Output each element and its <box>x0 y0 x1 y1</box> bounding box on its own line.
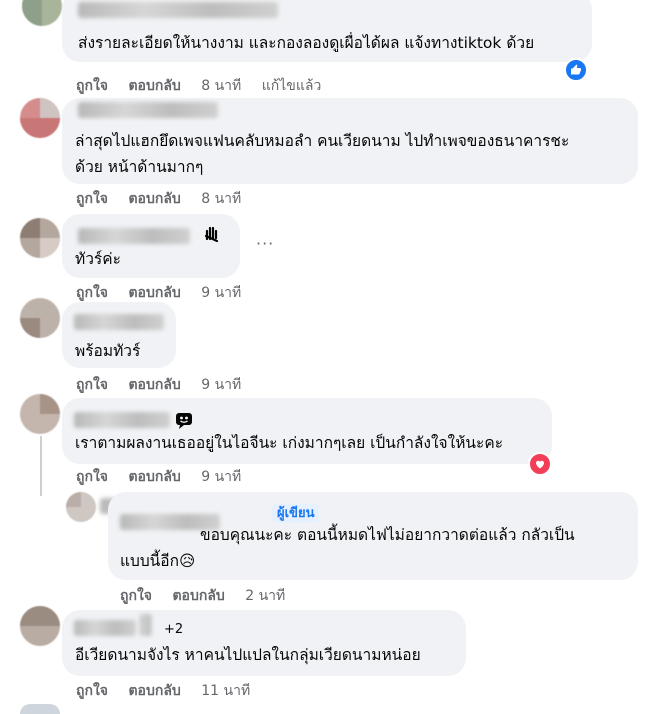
reply-link[interactable]: ตอบกลับ <box>128 469 180 485</box>
comment-bubble: ส่งรายละเอียดให้นางงาม และกองลองดูเผื่อไ… <box>62 0 592 62</box>
avatar[interactable] <box>22 0 62 26</box>
like-link[interactable]: ถูกใจ <box>76 469 108 485</box>
comment-text: อีเวียดนามจังไร หาคนไปแปลในกลุ่มเวียดนาม… <box>75 646 421 664</box>
reply-link[interactable]: ตอบกลับ <box>128 377 180 393</box>
like-link[interactable]: ถูกใจ <box>76 78 108 94</box>
plus-count[interactable]: +2 <box>164 622 183 637</box>
ellipsis-icon[interactable]: ··· <box>256 234 274 253</box>
next-avatar-partial <box>20 704 60 714</box>
author-name-redacted[interactable] <box>78 228 190 244</box>
timestamp[interactable]: 8 นาที <box>201 191 241 207</box>
comment-actions: ถูกใจ ตอบกลับ 9 นาที <box>76 466 257 488</box>
avatar[interactable] <box>66 492 96 522</box>
comment-actions: ถูกใจ ตอบกลับ 8 นาที <box>76 188 257 210</box>
author-name-redacted[interactable] <box>78 102 218 118</box>
reply-thread-line <box>40 436 42 496</box>
comment-text: เราตามผลงานเธออยู่ในไอจีนะ เก่งมากๆเลย เ… <box>75 434 504 452</box>
avatar[interactable] <box>20 298 60 338</box>
like-link[interactable]: ถูกใจ <box>76 191 108 207</box>
love-reaction-icon[interactable] <box>528 452 552 476</box>
comment-text-line: ล่าสุดไปแฮกยึดเพจแฟนคลับหมอลำ คนเวียดนาม… <box>75 132 570 150</box>
timestamp[interactable]: 11 นาที <box>201 683 250 699</box>
timestamp[interactable]: 2 นาที <box>245 588 285 604</box>
comment-text-line: ด้วย หน้าด้านมากๆ <box>75 158 204 176</box>
author-badge-label: ผู้เขียน <box>272 504 320 523</box>
comment-text: พร้อมทัวร์ <box>75 342 141 360</box>
author-name-redacted <box>140 614 152 636</box>
reply-link[interactable]: ตอบกลับ <box>128 285 180 301</box>
comment-bubble: ล่าสุดไปแฮกยึดเพจแฟนคลับหมอลำ คนเวียดนาม… <box>62 98 638 184</box>
chat-emoji-icon <box>174 410 194 430</box>
like-link[interactable]: ถูกใจ <box>120 588 152 604</box>
author-name-redacted[interactable] <box>74 314 164 330</box>
comment-text-line: ขอบคุณนะคะ ตอนนี้หมดไฟไม่อยากวาดต่อแล้ว … <box>200 526 575 544</box>
comment-actions: ถูกใจ ตอบกลับ 9 นาที <box>76 282 257 304</box>
comment-bubble: ทัวร์ค่ะ <box>62 214 240 278</box>
like-link[interactable]: ถูกใจ <box>76 285 108 301</box>
comment-actions: ถูกใจ ตอบกลับ 8 นาที แก้ไขแล้ว <box>76 75 337 97</box>
timestamp[interactable]: 9 นาที <box>201 377 241 393</box>
comment-actions: ถูกใจ ตอบกลับ 11 นาที <box>76 680 266 702</box>
comment-bubble: เราตามผลงานเธออยู่ในไอจีนะ เก่งมากๆเลย เ… <box>62 398 552 464</box>
avatar[interactable] <box>20 98 60 138</box>
comment-text: ทัวร์ค่ะ <box>75 250 121 268</box>
timestamp[interactable]: 8 นาที <box>201 78 241 94</box>
comment-bubble: +2 อีเวียดนามจังไร หาคนไปแปลในกลุ่มเวียด… <box>62 610 466 676</box>
reply-link[interactable]: ตอบกลับ <box>128 78 180 94</box>
edited-label: แก้ไขแล้ว <box>261 78 322 94</box>
avatar[interactable] <box>20 218 60 258</box>
timestamp[interactable]: 9 นาที <box>201 469 241 485</box>
comment-bubble: พร้อมทัวร์ <box>62 302 176 368</box>
reply-link[interactable]: ตอบกลับ <box>128 191 180 207</box>
reply-link[interactable]: ตอบกลับ <box>128 683 180 699</box>
comment-actions: ถูกใจ ตอบกลับ 9 นาที <box>76 374 257 396</box>
comment-text-line: แบบนี้อีก😥 <box>120 552 196 570</box>
comment-text: ส่งรายละเอียดให้นางงาม และกองลองดูเผื่อไ… <box>78 34 535 52</box>
reply-link[interactable]: ตอบกลับ <box>172 588 224 604</box>
comment-bubble-body: ขอบคุณนะคะ ตอนนี้หมดไฟไม่อยากวาดต่อแล้ว … <box>108 492 638 580</box>
author-name-redacted[interactable] <box>74 412 170 428</box>
like-reaction-icon[interactable] <box>564 58 588 82</box>
comment-actions: ถูกใจ ตอบกลับ 2 นาที <box>120 585 301 607</box>
author-name-redacted[interactable] <box>74 620 136 636</box>
avatar[interactable] <box>20 606 60 646</box>
like-link[interactable]: ถูกใจ <box>76 683 108 699</box>
avatar[interactable] <box>20 394 60 434</box>
like-link[interactable]: ถูกใจ <box>76 377 108 393</box>
hand-wave-icon <box>202 224 222 244</box>
author-name-redacted[interactable] <box>78 2 278 18</box>
timestamp[interactable]: 9 นาที <box>201 285 241 301</box>
